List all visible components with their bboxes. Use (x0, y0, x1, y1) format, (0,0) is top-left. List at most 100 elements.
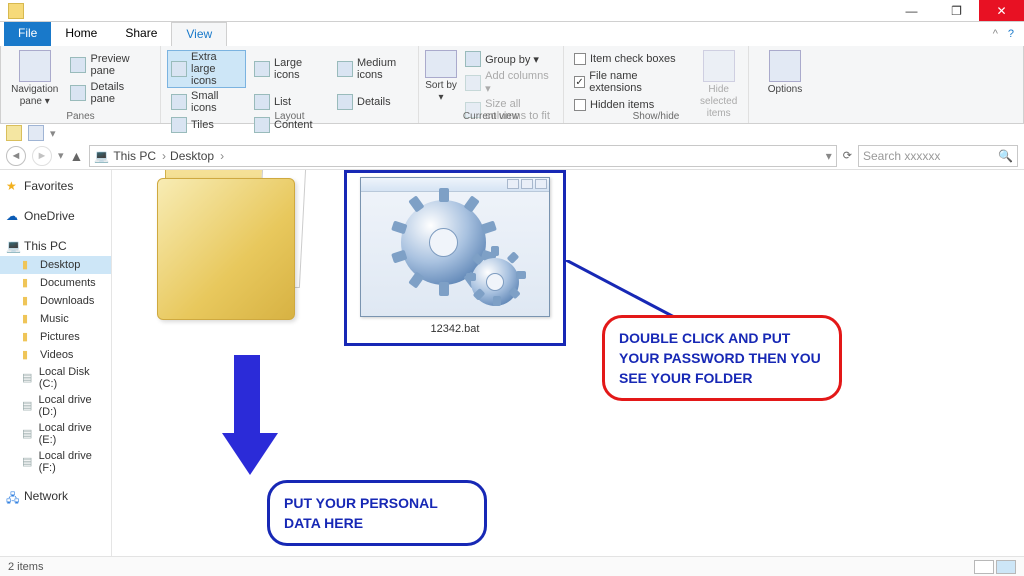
sidebar-item-label: Local drive (D:) (38, 394, 105, 418)
maximize-button[interactable]: ❐ (934, 0, 979, 21)
window-titlebar: — ❐ ✕ (0, 0, 1024, 22)
tab-home[interactable]: Home (51, 22, 111, 46)
search-input[interactable]: Search xxxxxx 🔍 (858, 145, 1018, 167)
folder-icon: ▮ (22, 330, 36, 344)
nav-pane-label: Navigation pane ▾ (7, 84, 62, 108)
sidebar-item[interactable]: ▮Music (0, 310, 111, 328)
ribbon-group-current-view: Sort by ▾ Group by ▾ Add columns ▾ Size … (419, 46, 564, 123)
up-button[interactable]: ▲ (70, 148, 84, 164)
callout-put-data: PUT YOUR PERSONAL DATA HERE (267, 480, 487, 546)
sidebar-item[interactable]: ▤ Local Disk (C:) (0, 364, 111, 392)
group-label-current: Current view (419, 111, 563, 122)
arrow-down-annotation (222, 355, 272, 475)
sidebar-network[interactable]: 🖧Network (0, 486, 111, 506)
group-by-button[interactable]: Group by ▾ (461, 50, 557, 68)
minimize-button[interactable]: — (889, 0, 934, 21)
details-pane-button[interactable]: Details pane (66, 80, 154, 106)
sidebar-item[interactable]: ▮ Documents (0, 274, 111, 292)
qat-properties-icon[interactable] (28, 125, 44, 141)
drive-icon: ▤ (22, 371, 35, 385)
folder-item[interactable] (147, 170, 317, 330)
sidebar-thispc[interactable]: 💻This PC (0, 236, 111, 256)
details-pane-label: Details pane (90, 81, 150, 105)
view-icons-button[interactable] (996, 560, 1016, 574)
breadcrumb-item[interactable]: Desktop (170, 149, 224, 163)
breadcrumb-item[interactable]: This PC (113, 149, 166, 163)
search-placeholder: Search xxxxxx (863, 149, 940, 163)
file-list-area[interactable]: 12342.bat PUT YOUR PERSONAL DATA HERE DO… (112, 170, 1024, 574)
address-bar: ◄ ► ▾ ▲ 💻 This PC Desktop ▾ ⟳ Search xxx… (0, 142, 1024, 170)
sidebar-item-label: Pictures (40, 331, 80, 343)
sidebar-item-label: Documents (40, 277, 96, 289)
drive-icon: ▤ (22, 427, 35, 441)
sidebar-item-label: Local Disk (C:) (39, 366, 105, 390)
back-button[interactable]: ◄ (6, 146, 26, 166)
help-icon[interactable]: ? (1008, 28, 1014, 40)
app-icon (0, 0, 32, 21)
tab-file[interactable]: File (4, 22, 51, 46)
star-icon: ★ (6, 179, 20, 193)
file-extensions-toggle[interactable]: ✓File name extensions (570, 69, 689, 95)
callout-double-click: DOUBLE CLICK AND PUT YOUR PASSWORD THEN … (602, 315, 842, 401)
refresh-button[interactable]: ⟳ (843, 149, 852, 162)
tab-share[interactable]: Share (111, 22, 171, 46)
sidebar-item-label: Local drive (F:) (39, 450, 105, 474)
view-details-button[interactable] (974, 560, 994, 574)
ribbon-group-panes: Navigation pane ▾ Preview pane Details p… (1, 46, 161, 123)
navigation-pane-button[interactable]: Navigation pane ▾ (7, 50, 62, 108)
preview-pane-button[interactable]: Preview pane (66, 52, 154, 78)
hide-selected-button: Hide selected items (695, 50, 742, 120)
options-button[interactable]: Options (755, 50, 815, 96)
group-label-layout: Layout (161, 111, 418, 122)
qat-folder-icon[interactable] (6, 125, 22, 141)
qat-dropdown-icon[interactable]: ▾ (50, 127, 56, 140)
drive-icon: ▤ (22, 399, 34, 413)
recent-locations-dropdown[interactable]: ▾ (58, 149, 64, 162)
network-icon: 🖧 (6, 489, 20, 503)
checkbox-icon (574, 99, 586, 111)
breadcrumb[interactable]: 💻 This PC Desktop ▾ (89, 145, 836, 167)
sidebar-favorites[interactable]: ★Favorites (0, 176, 111, 196)
pc-icon: 💻 (6, 239, 20, 253)
nav-sidebar: ★Favorites ☁OneDrive 💻This PC ▮Desktop▮D… (0, 170, 112, 574)
status-item-count: 2 items (8, 561, 43, 573)
tab-view[interactable]: View (171, 22, 227, 46)
sidebar-item[interactable]: ▮Desktop (0, 256, 111, 274)
hidden-items-toggle[interactable]: Hidden items (570, 98, 689, 112)
address-dropdown-icon[interactable]: ▾ (826, 149, 832, 163)
sidebar-item[interactable]: ▤ Local drive (D:) (0, 392, 111, 420)
sidebar-item[interactable]: ▮ Pictures (0, 328, 111, 346)
sidebar-item[interactable]: ▤ Local drive (E:) (0, 420, 111, 448)
drive-icon: ▤ (22, 455, 35, 469)
sidebar-item-label: Videos (40, 349, 73, 361)
folder-icon: ▮ (22, 276, 36, 290)
checkbox-icon (574, 53, 586, 65)
ribbon-collapse-icon[interactable]: ^ (993, 28, 998, 40)
preview-pane-label: Preview pane (90, 53, 150, 77)
folder-icon: ▮ (22, 258, 36, 272)
close-button[interactable]: ✕ (979, 0, 1024, 21)
add-columns-button: Add columns ▾ (461, 69, 557, 96)
bat-file-item[interactable]: 12342.bat (344, 170, 566, 346)
folder-icon (157, 170, 307, 330)
layout-large[interactable]: Large icons (250, 50, 329, 88)
sidebar-item-label: Music (40, 313, 69, 325)
bat-file-label: 12342.bat (351, 323, 559, 335)
sidebar-onedrive[interactable]: ☁OneDrive (0, 206, 111, 226)
item-checkboxes-toggle[interactable]: Item check boxes (570, 52, 689, 66)
group-label-panes: Panes (1, 111, 160, 122)
sidebar-item-label: Downloads (40, 295, 94, 307)
sidebar-item[interactable]: ▮Videos (0, 346, 111, 364)
folder-icon: ▮ (22, 294, 36, 308)
ribbon: Navigation pane ▾ Preview pane Details p… (0, 46, 1024, 124)
layout-extra-large[interactable]: Extra large icons (167, 50, 246, 88)
status-bar: 2 items (0, 556, 1024, 576)
sidebar-item[interactable]: ▮ Downloads (0, 292, 111, 310)
ribbon-group-showhide: Item check boxes ✓File name extensions H… (564, 46, 749, 123)
bat-file-icon (360, 177, 550, 317)
layout-medium[interactable]: Medium icons (333, 50, 412, 88)
ribbon-group-layout: Extra large icons Large icons Medium ico… (161, 46, 419, 123)
sidebar-item[interactable]: ▤ Local drive (F:) (0, 448, 111, 476)
group-label-showhide: Show/hide (564, 111, 748, 122)
sidebar-item-label: Local drive (E:) (39, 422, 105, 446)
